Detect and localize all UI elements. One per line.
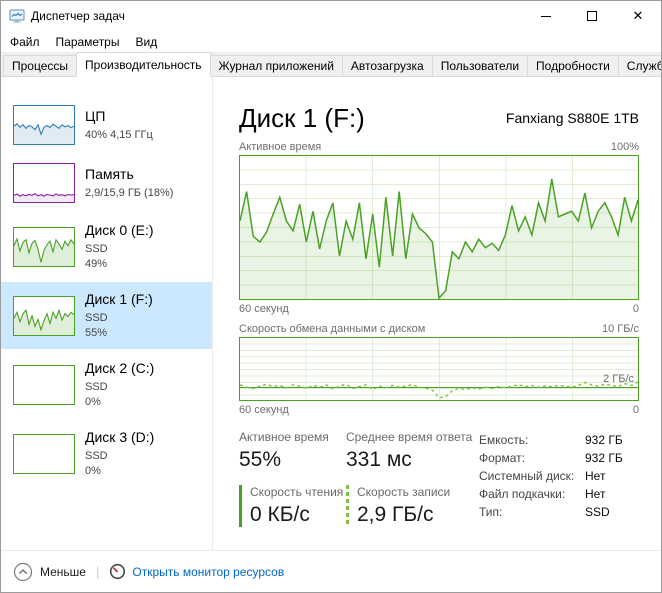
transfer-chart-max: 10 ГБ/с [602, 323, 639, 335]
task-manager-icon [9, 8, 25, 24]
tab-startup[interactable]: Автозагрузка [342, 55, 433, 76]
tab-performance[interactable]: Производительность [76, 52, 210, 77]
menu-view[interactable]: Вид [127, 33, 165, 51]
close-icon: ✕ [633, 8, 644, 24]
sidebar-item-disk3[interactable]: Диск 3 (D:) SSD 0% [1, 420, 212, 487]
cpu-mini-chart [13, 105, 75, 145]
disk-stats: Активное время 55% Среднее время ответа … [239, 430, 479, 527]
tabstrip: Процессы Производительность Журнал прило… [1, 52, 661, 77]
sidebar-item-label: ЦП [85, 107, 153, 125]
sidebar-item-disk0[interactable]: Диск 0 (E:) SSD 49% [1, 213, 212, 280]
task-manager-window: Диспетчер задач ✕ Файл Параметры Вид Про… [0, 0, 662, 593]
menubar: Файл Параметры Вид [1, 31, 661, 52]
x-axis-right-label: 0 [633, 404, 639, 416]
sidebar-item-sub: SSD [85, 242, 154, 257]
maximize-icon [587, 11, 597, 21]
tab-processes[interactable]: Процессы [3, 55, 77, 76]
sidebar-item-memory[interactable]: Память 2,9/15,9 ГБ (18%) [1, 155, 212, 211]
sidebar-item-label: Диск 0 (E:) [85, 221, 154, 239]
transfer-chart-label: Скорость обмена данными с диском [239, 323, 425, 335]
menu-options[interactable]: Параметры [48, 33, 128, 51]
disk-details: Емкость: 932 ГБ Формат: 932 ГБ Системный… [479, 430, 643, 527]
open-resource-monitor-link[interactable]: Открыть монитор ресурсов [109, 563, 284, 580]
resource-monitor-label: Открыть монитор ресурсов [132, 565, 284, 579]
sidebar-item-sub: 40% 4,15 ГГц [85, 128, 153, 143]
x-axis-left-label: 60 секунд [239, 404, 289, 416]
active-time-chart-label: Активное время [239, 141, 321, 153]
footer: Меньше | Открыть монитор ресурсов [1, 550, 661, 592]
sidebar-item-sub: SSD [85, 380, 154, 395]
detail-type: Тип: SSD [479, 503, 643, 521]
memory-mini-chart [13, 163, 75, 203]
minimize-icon [541, 16, 551, 17]
sidebar-item-sub: SSD [85, 311, 153, 326]
sidebar-item-sub: 0% [85, 464, 154, 479]
sidebar-item-label: Память [85, 165, 173, 183]
window-controls: ✕ [523, 1, 661, 31]
stat-avg-response: Среднее время ответа 331 мс [346, 430, 479, 472]
close-button[interactable]: ✕ [615, 1, 661, 31]
page-title: Диск 1 (F:) [239, 103, 365, 133]
detail-page-file: Файл подкачки: Нет [479, 485, 643, 503]
sidebar-item-sub: 0% [85, 395, 154, 410]
maximize-button[interactable] [569, 1, 615, 31]
active-time-chart [239, 155, 639, 300]
less-label: Меньше [40, 565, 86, 579]
sidebar-item-label: Диск 2 (C:) [85, 359, 154, 377]
sidebar-item-sub: 2,9/15,9 ГБ (18%) [85, 186, 173, 201]
sidebar-item-disk2[interactable]: Диск 2 (C:) SSD 0% [1, 351, 212, 418]
stat-read-speed: Скорость чтения 0 КБ/с [239, 485, 346, 527]
stat-write-speed: Скорость записи 2,9 ГБ/с [346, 485, 479, 527]
content: ЦП 40% 4,15 ГГц Память 2,9/15,9 ГБ (18%)… [1, 77, 661, 550]
footer-separator: | [96, 564, 99, 579]
stat-active-time: Активное время 55% [239, 430, 346, 472]
disk-model: Fanxiang S880E 1TB [506, 110, 639, 126]
x-axis-right-label: 0 [633, 303, 639, 315]
read-legend-bar [239, 485, 242, 527]
disk0-mini-chart [13, 227, 75, 267]
sidebar-item-disk1[interactable]: Диск 1 (F:) SSD 55% [1, 282, 212, 349]
performance-sidebar: ЦП 40% 4,15 ГГц Память 2,9/15,9 ГБ (18%)… [1, 77, 213, 550]
disk-detail-pane: Диск 1 (F:) Fanxiang S880E 1TB Активное … [213, 77, 661, 550]
x-axis-left-label: 60 секунд [239, 303, 289, 315]
tab-app-history[interactable]: Журнал приложений [210, 55, 343, 76]
sidebar-item-sub: 49% [85, 257, 154, 272]
transfer-chart: 2 ГБ/с [239, 337, 639, 401]
detail-system-disk: Системный диск: Нет [479, 467, 643, 485]
minimize-button[interactable] [523, 1, 569, 31]
tab-services[interactable]: Службы [618, 55, 662, 76]
disk3-mini-chart [13, 434, 75, 474]
scale-line-label: 2 ГБ/с [603, 373, 634, 385]
window-title: Диспетчер задач [31, 9, 125, 23]
tab-users[interactable]: Пользователи [432, 55, 528, 76]
tab-details[interactable]: Подробности [527, 55, 619, 76]
sidebar-item-sub: SSD [85, 449, 154, 464]
disk2-mini-chart [13, 365, 75, 405]
detail-capacity: Емкость: 932 ГБ [479, 431, 643, 449]
sidebar-item-label: Диск 3 (D:) [85, 428, 154, 446]
sidebar-item-cpu[interactable]: ЦП 40% 4,15 ГГц [1, 97, 212, 153]
sidebar-item-sub: 55% [85, 326, 153, 341]
chevron-up-circle-icon [13, 562, 33, 582]
detail-format: Формат: 932 ГБ [479, 449, 643, 467]
resource-monitor-icon [109, 563, 126, 580]
write-legend-bar [346, 485, 349, 527]
disk1-mini-chart [13, 296, 75, 336]
titlebar[interactable]: Диспетчер задач ✕ [1, 1, 661, 31]
less-details-button[interactable]: Меньше [13, 562, 86, 582]
sidebar-item-label: Диск 1 (F:) [85, 290, 153, 308]
active-time-chart-max: 100% [611, 141, 639, 153]
menu-file[interactable]: Файл [2, 33, 48, 51]
